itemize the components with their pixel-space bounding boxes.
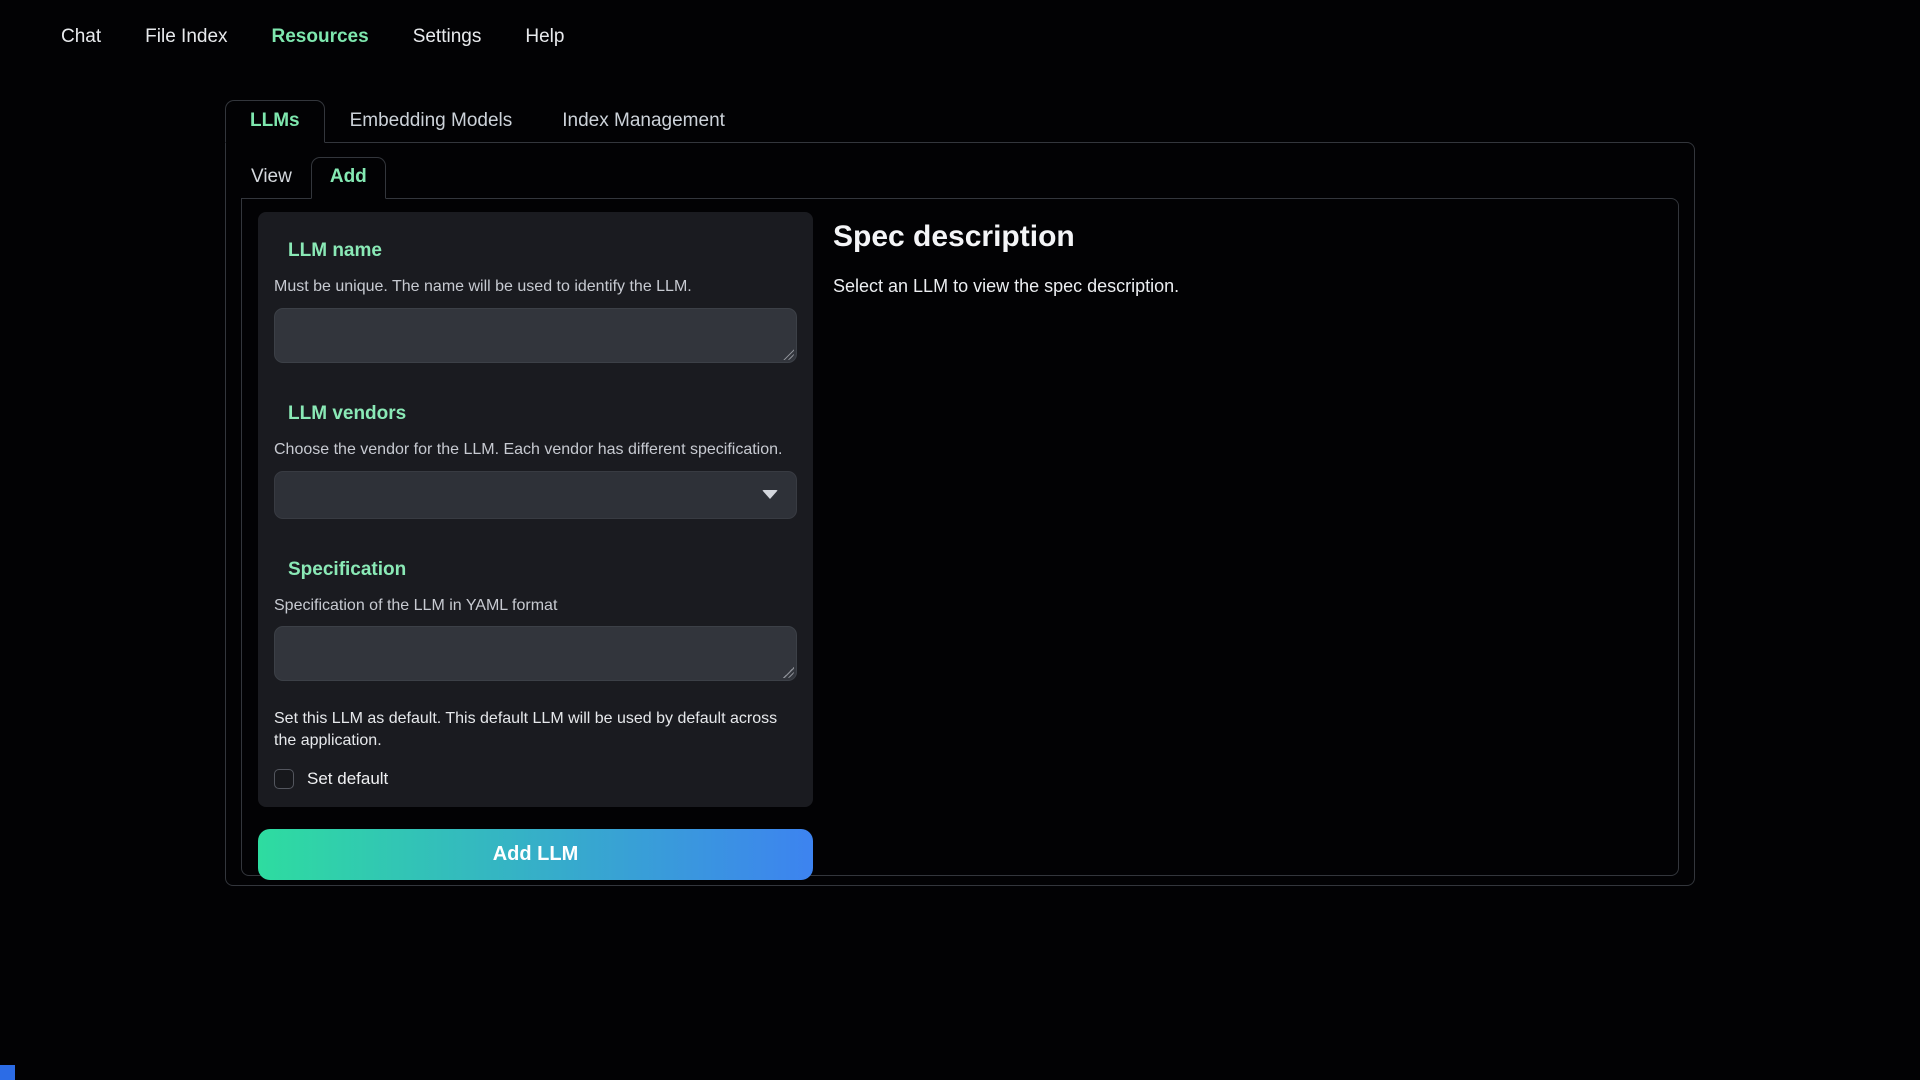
add-llm-form-panel: LLM name Must be unique. The name will b…: [258, 212, 813, 807]
set-default-row: Set default: [274, 769, 797, 793]
llm-vendors-label: LLM vendors: [288, 403, 797, 425]
set-default-note: Set this LLM as default. This default LL…: [274, 708, 794, 751]
tab-llms[interactable]: LLMs: [225, 100, 325, 143]
specification-description: Specification of the LLM in YAML format: [274, 596, 797, 617]
llm-name-description: Must be unique. The name will be used to…: [274, 277, 797, 298]
specification-label: Specification: [288, 559, 797, 581]
nav-item-chat[interactable]: Chat: [61, 26, 101, 48]
add-llm-form: LLM name Must be unique. The name will b…: [258, 212, 813, 880]
nav-item-settings[interactable]: Settings: [413, 26, 482, 48]
resources-tabs: LLMs Embedding Models Index Management V…: [225, 100, 1695, 886]
llm-name-group: LLM name Must be unique. The name will b…: [274, 240, 797, 363]
llm-name-label: LLM name: [288, 240, 797, 262]
nav-item-resources[interactable]: Resources: [272, 26, 369, 48]
tab-view[interactable]: View: [232, 157, 311, 198]
specification-group: Specification Specification of the LLM i…: [274, 559, 797, 793]
resources-tab-bar: LLMs Embedding Models Index Management: [225, 100, 1695, 142]
set-default-label: Set default: [307, 769, 388, 789]
nav-item-file-index[interactable]: File Index: [145, 26, 227, 48]
add-llm-button[interactable]: Add LLM: [258, 829, 813, 880]
spec-description-title: Spec description: [833, 220, 1662, 254]
set-default-checkbox[interactable]: [274, 769, 294, 789]
chevron-down-icon: [762, 490, 778, 499]
tab-index-management[interactable]: Index Management: [537, 100, 750, 142]
tab-embedding-models[interactable]: Embedding Models: [325, 100, 538, 142]
blue-square-artifact: [0, 1065, 15, 1080]
llm-name-input[interactable]: [274, 308, 797, 363]
llms-subtab-bar: View Add: [232, 157, 1694, 198]
spec-description-body: Select an LLM to view the spec descripti…: [833, 276, 1662, 297]
top-navigation: Chat File Index Resources Settings Help: [0, 0, 1920, 48]
llm-vendors-description: Choose the vendor for the LLM. Each vend…: [274, 440, 797, 461]
nav-item-help[interactable]: Help: [525, 26, 564, 48]
llms-tab-content: View Add LLM name Must be unique. The na…: [225, 142, 1695, 886]
llm-vendors-group: LLM vendors Choose the vendor for the LL…: [274, 403, 797, 519]
tab-add[interactable]: Add: [311, 157, 386, 199]
spec-description-panel: Spec description Select an LLM to view t…: [813, 212, 1662, 297]
llm-vendor-select[interactable]: [274, 471, 797, 519]
specification-input[interactable]: [274, 626, 797, 681]
add-llm-content: LLM name Must be unique. The name will b…: [241, 198, 1679, 876]
